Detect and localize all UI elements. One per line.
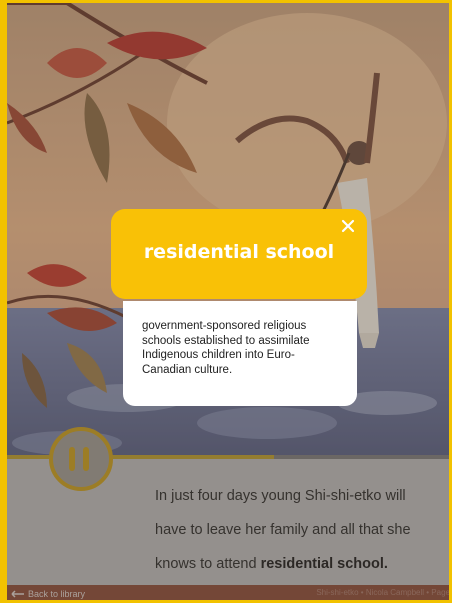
story-line-text: knows to attend [155, 556, 261, 572]
footer-bar: Back to library Shi-shi-etko • Nicola Ca… [7, 585, 450, 600]
glossary-definition: government-sponsored religious schools e… [142, 320, 310, 376]
glossary-popup: residential school government-sponsored … [111, 209, 367, 406]
page-credit: Shi-shi-etko • Nicola Campbell • Page [316, 588, 450, 597]
story-line: In just four days young Shi-shi-etko wil… [155, 488, 406, 504]
reader-frame: In just four days young Shi-shi-etko wil… [0, 0, 452, 603]
back-link-label: Back to library [28, 589, 86, 599]
story-text: In just four days young Shi-shi-etko wil… [155, 479, 447, 581]
back-to-library-link[interactable]: Back to library [11, 587, 86, 600]
back-arrow-icon [11, 590, 24, 598]
pause-icon-bar [83, 447, 89, 471]
audio-progress-fill [7, 455, 274, 459]
glossary-popup-header: residential school [111, 209, 367, 299]
story-line: have to leave her family and all that sh… [155, 522, 411, 538]
glossary-popup-body: government-sponsored religious schools e… [123, 301, 357, 406]
story-line: knows to attend residential school. [155, 547, 447, 581]
glossary-term: residential school [143, 241, 335, 263]
glossary-term-link[interactable]: residential school. [261, 556, 388, 572]
pause-button[interactable] [49, 427, 113, 491]
pause-icon [69, 447, 75, 471]
close-icon[interactable] [339, 217, 357, 235]
